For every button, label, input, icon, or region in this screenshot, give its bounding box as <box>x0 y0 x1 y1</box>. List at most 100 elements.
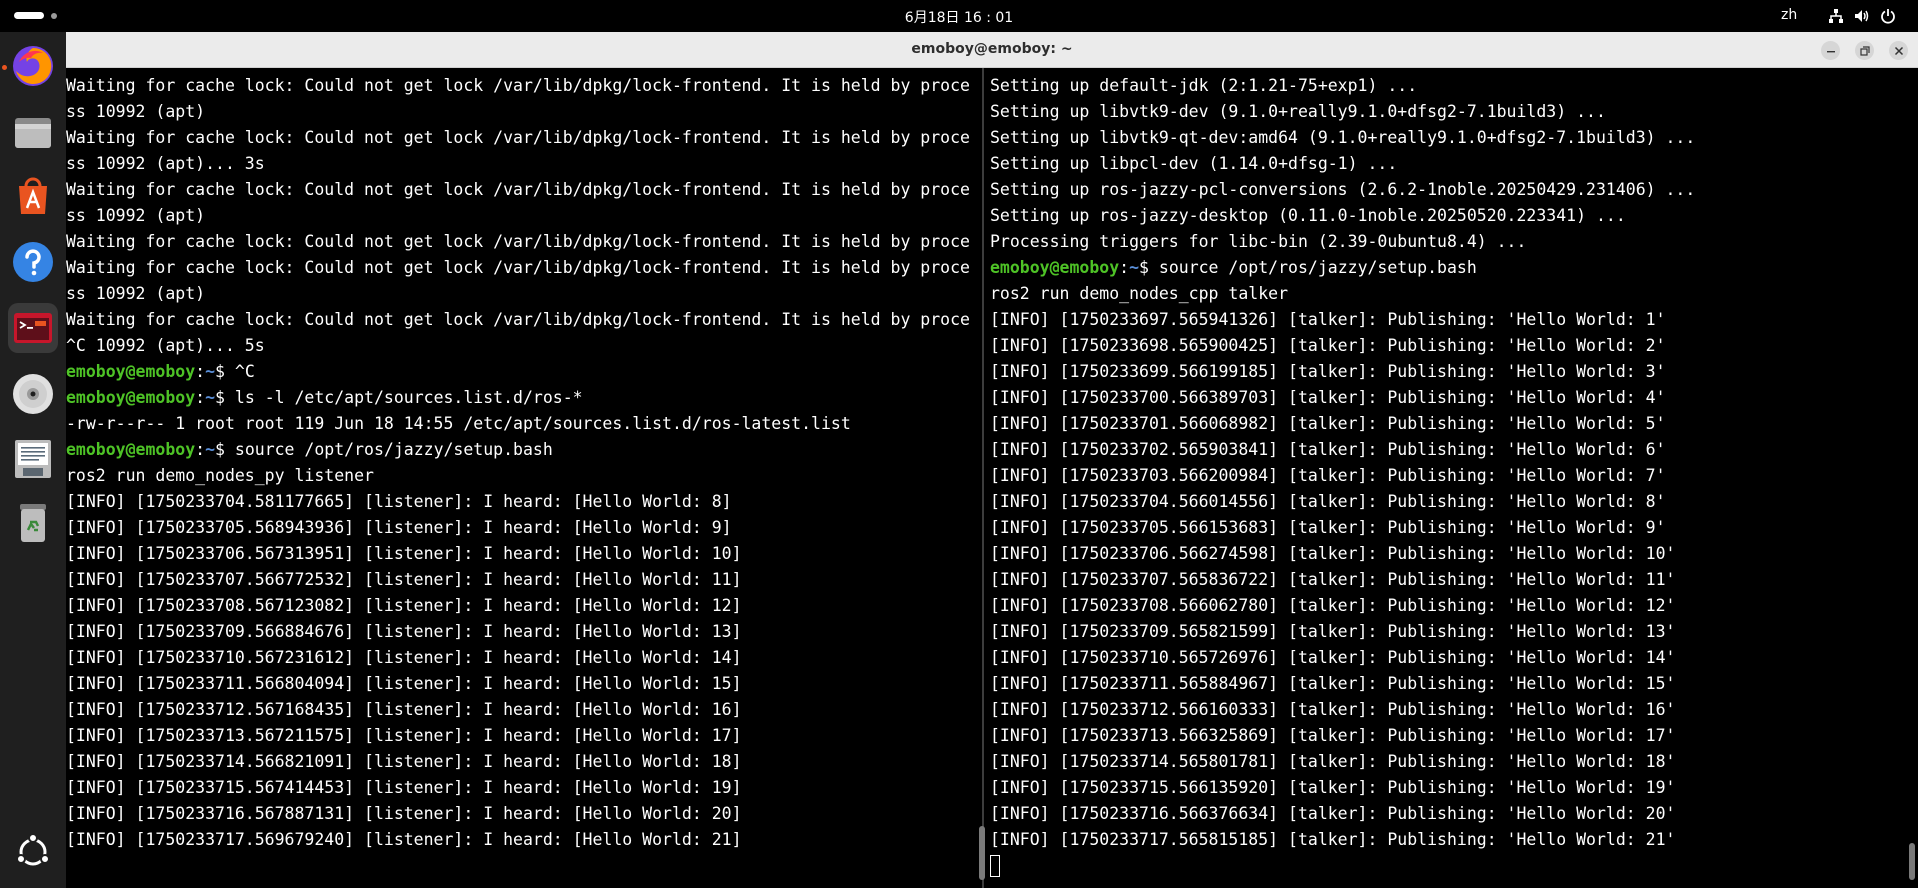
system-tray[interactable] <box>1828 7 1896 25</box>
output-line: Waiting for cache lock: Could not get lo… <box>66 258 970 277</box>
output-line: [INFO] [1750233705.566153683] [talker]: … <box>990 518 1666 537</box>
scrollbar-left[interactable] <box>979 826 985 880</box>
output-line: Setting up libvtk9-dev (9.1.0+really9.1.… <box>990 102 1606 121</box>
command-text: source /opt/ros/jazzy/setup.bash <box>234 440 553 459</box>
dock-show-apps[interactable] <box>8 827 58 877</box>
output-line: [INFO] [1750233697.565941326] [talker]: … <box>990 310 1666 329</box>
pane-divider[interactable] <box>982 68 984 888</box>
output-line: -rw-r--r-- 1 root root 119 Jun 18 14:55 … <box>66 414 851 433</box>
output-line: ss 10992 (apt) <box>66 206 206 225</box>
dock-app-center[interactable] <box>8 171 58 221</box>
prompt-path: ~ <box>205 388 216 407</box>
help-icon <box>13 242 53 282</box>
trash-icon <box>20 504 46 542</box>
output-line: [INFO] [1750233717.565815185] [talker]: … <box>990 830 1676 849</box>
dock-trash[interactable] <box>8 497 58 547</box>
output-line: Waiting for cache lock: Could not get lo… <box>66 310 970 329</box>
clock[interactable]: 6月18日 16 : 01 <box>0 7 1918 27</box>
input-line[interactable] <box>990 853 1695 879</box>
terminal-pane-left[interactable]: Waiting for cache lock: Could not get lo… <box>66 68 978 888</box>
restore-icon <box>1859 45 1870 56</box>
prompt-separator: : <box>195 362 206 381</box>
output-line: [INFO] [1750233698.565900425] [talker]: … <box>990 336 1666 355</box>
prompt-path: ~ <box>205 362 216 381</box>
output-line: [INFO] [1750233701.566068982] [talker]: … <box>990 414 1666 433</box>
output-line: Waiting for cache lock: Could not get lo… <box>66 232 970 251</box>
ubuntu-icon <box>16 833 50 866</box>
title-bar[interactable]: emoboy@emoboy: ~ <box>66 32 1918 68</box>
prompt-line: emoboy@emoboy:~$ source /opt/ros/jazzy/s… <box>990 255 1695 281</box>
output-line: ros2 run demo_nodes_py listener <box>66 466 374 485</box>
output-line: Setting up ros-jazzy-pcl-conversions (2.… <box>990 180 1696 199</box>
dock <box>0 32 66 888</box>
command-text: ls -l /etc/apt/sources.list.d/ros-* <box>234 388 583 407</box>
prompt-separator: : <box>1119 258 1130 277</box>
minimize-button[interactable] <box>1821 41 1840 60</box>
output-line: [INFO] [1750233715.566135920] [talker]: … <box>990 778 1676 797</box>
scrollbar-right[interactable] <box>1909 843 1915 880</box>
output-line: ss 10992 (apt)... 3s <box>66 154 265 173</box>
output-line: [INFO] [1750233710.567231612] [listener]… <box>66 648 742 667</box>
top-bar: 6月18日 16 : 01 zh <box>0 0 1918 32</box>
output-line: [INFO] [1750233703.566200984] [talker]: … <box>990 466 1666 485</box>
output-line: [INFO] [1750233706.566274598] [talker]: … <box>990 544 1676 563</box>
running-indicator <box>2 65 7 70</box>
dock-dvd[interactable] <box>8 369 58 419</box>
close-button[interactable] <box>1889 41 1908 60</box>
prompt-symbol: $ <box>215 362 235 381</box>
output-line: ss 10992 (apt) <box>66 102 206 121</box>
terminal-output-right: Setting up default-jdk (2:1.21-75+exp1) … <box>990 73 1695 879</box>
document-icon <box>15 440 51 478</box>
prompt-line: emoboy@emoboy:~$ ls -l /etc/apt/sources.… <box>66 385 970 411</box>
volume-icon <box>1854 8 1870 24</box>
prompt-user: emoboy@emoboy <box>66 440 196 459</box>
firefox-icon <box>13 46 53 86</box>
output-line: [INFO] [1750233713.566325869] [talker]: … <box>990 726 1676 745</box>
output-line: [INFO] [1750233714.565801781] [talker]: … <box>990 752 1676 771</box>
output-line: [INFO] [1750233709.565821599] [talker]: … <box>990 622 1676 641</box>
dock-files[interactable] <box>8 107 58 157</box>
output-line: [INFO] [1750233699.566199185] [talker]: … <box>990 362 1666 381</box>
output-line: [INFO] [1750233713.567211575] [listener]… <box>66 726 742 745</box>
input-language[interactable]: zh <box>1781 7 1797 23</box>
output-line: ^C 10992 (apt)... 5s <box>66 336 265 355</box>
output-line: [INFO] [1750233708.567123082] [listener]… <box>66 596 742 615</box>
output-line: [INFO] [1750233706.567313951] [listener]… <box>66 544 742 563</box>
prompt-separator: : <box>195 440 206 459</box>
dock-firefox[interactable] <box>8 41 58 91</box>
output-line: ros2 run demo_nodes_cpp talker <box>990 284 1289 303</box>
dock-text-editor[interactable] <box>8 433 58 483</box>
folder-icon <box>15 118 51 148</box>
prompt-line: emoboy@emoboy:~$ source /opt/ros/jazzy/s… <box>66 437 970 463</box>
dock-terminal[interactable] <box>8 303 58 353</box>
terminal-pane-right[interactable]: Setting up default-jdk (2:1.21-75+exp1) … <box>990 68 1918 888</box>
output-line: [INFO] [1750233705.568943936] [listener]… <box>66 518 732 537</box>
output-line: [INFO] [1750233707.566772532] [listener]… <box>66 570 742 589</box>
output-line: ss 10992 (apt) <box>66 284 206 303</box>
output-line: [INFO] [1750233715.567414453] [listener]… <box>66 778 742 797</box>
prompt-separator: : <box>195 388 206 407</box>
output-line: [INFO] [1750233710.565726976] [talker]: … <box>990 648 1676 667</box>
dock-help[interactable] <box>8 237 58 287</box>
output-line: [INFO] [1750233704.581177665] [listener]… <box>66 492 732 511</box>
restore-button[interactable] <box>1855 41 1874 60</box>
output-line: Waiting for cache lock: Could not get lo… <box>66 76 970 95</box>
output-line: Setting up libvtk9-qt-dev:amd64 (9.1.0+r… <box>990 128 1696 147</box>
output-line: Processing triggers for libc-bin (2.39-0… <box>990 232 1527 251</box>
terminal-output-left: Waiting for cache lock: Could not get lo… <box>66 73 970 853</box>
app-center-icon <box>19 177 47 214</box>
command-text: ^C <box>234 362 255 381</box>
output-line: [INFO] [1750233709.566884676] [listener]… <box>66 622 742 641</box>
output-line: Waiting for cache lock: Could not get lo… <box>66 180 970 199</box>
power-icon <box>1880 8 1896 24</box>
output-line: Setting up libpcl-dev (1.14.0+dfsg-1) ..… <box>990 154 1398 173</box>
prompt-path: ~ <box>1129 258 1140 277</box>
terminal-icon <box>14 313 52 343</box>
output-line: [INFO] [1750233716.566376634] [talker]: … <box>990 804 1676 823</box>
output-line: [INFO] [1750233716.567887131] [listener]… <box>66 804 742 823</box>
text-cursor <box>990 854 1000 877</box>
output-line: [INFO] [1750233708.566062780] [talker]: … <box>990 596 1676 615</box>
output-line: [INFO] [1750233700.566389703] [talker]: … <box>990 388 1666 407</box>
terminal-window: emoboy@emoboy: ~ Waiting for cache lock:… <box>66 32 1918 888</box>
window-title: emoboy@emoboy: ~ <box>911 41 1073 57</box>
